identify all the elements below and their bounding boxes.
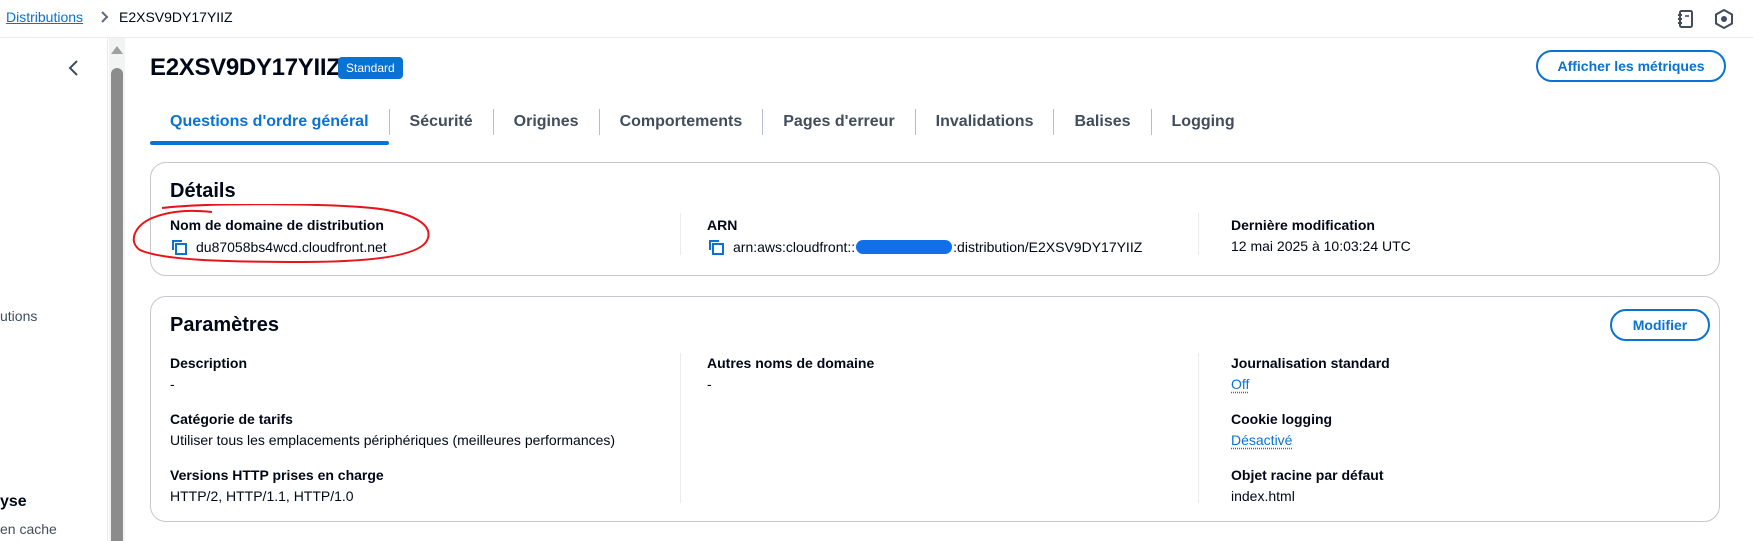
copy-icon[interactable] xyxy=(707,238,725,256)
column-divider xyxy=(1198,353,1199,503)
arn-prefix: arn:aws:cloudfront:: xyxy=(733,239,856,255)
column-divider xyxy=(1198,213,1199,255)
arn-value-row: arn:aws:cloudfront:: :distribution/E2XSV… xyxy=(707,238,1142,256)
settings-card: Paramètres Modifier Description - Catégo… xyxy=(150,296,1720,522)
nav-item-distributions[interactable]: utions xyxy=(0,308,37,324)
settings-hex-icon[interactable] xyxy=(1713,8,1735,30)
arn-label: ARN xyxy=(707,217,738,233)
domain-label: Nom de domaine de distribution xyxy=(170,217,384,233)
standard-logging-label: Journalisation standard xyxy=(1231,355,1390,371)
http-versions-field: Versions HTTP prises en charge HTTP/2, H… xyxy=(170,467,384,504)
price-class-label: Catégorie de tarifs xyxy=(170,411,293,427)
collapse-nav-icon[interactable] xyxy=(64,58,84,78)
default-root-field: Objet racine par défaut index.html xyxy=(1231,467,1383,504)
cookie-logging-label: Cookie logging xyxy=(1231,411,1333,427)
modified-value: 12 mai 2025 à 10:03:24 UTC xyxy=(1231,238,1411,254)
scrollbar[interactable] xyxy=(109,38,125,541)
tab-logging[interactable]: Logging xyxy=(1152,103,1255,145)
modified-field: Dernière modification 12 mai 2025 à 10:0… xyxy=(1231,217,1411,254)
notebook-icon[interactable] xyxy=(1675,8,1697,30)
tab-list: Questions d'ordre général Sécurité Origi… xyxy=(150,103,1255,145)
price-class-value: Utiliser tous les emplacements périphéri… xyxy=(170,432,616,448)
tab-tags[interactable]: Balises xyxy=(1054,103,1150,145)
arn-suffix: :distribution/E2XSV9DY17YIIZ xyxy=(953,239,1143,255)
breadcrumb-current: E2XSV9DY17YIIZ xyxy=(119,9,233,25)
description-value: - xyxy=(170,376,175,392)
edit-button[interactable]: Modifier xyxy=(1610,309,1710,341)
description-label: Description xyxy=(170,355,248,371)
modified-label: Dernière modification xyxy=(1231,217,1375,233)
tab-origins[interactable]: Origines xyxy=(494,103,599,145)
description-field: Description - xyxy=(170,355,247,392)
tab-security[interactable]: Sécurité xyxy=(390,103,493,145)
default-root-label: Objet racine par défaut xyxy=(1231,467,1384,483)
standard-logging-link[interactable]: Off xyxy=(1231,376,1249,392)
tab-general[interactable]: Questions d'ordre général xyxy=(150,103,389,145)
redaction-mark xyxy=(856,240,953,254)
details-title: Détails xyxy=(170,180,236,202)
nav-item-cache[interactable]: en cache xyxy=(0,521,57,537)
cookie-logging-link[interactable]: Désactivé xyxy=(1231,432,1292,448)
status-badge: Standard xyxy=(338,57,403,79)
view-metrics-button[interactable]: Afficher les métriques xyxy=(1536,50,1726,82)
tab-behaviors[interactable]: Comportements xyxy=(600,103,763,145)
chevron-right-icon xyxy=(101,11,109,23)
scroll-up-arrow-icon[interactable] xyxy=(111,46,123,54)
column-divider xyxy=(680,353,681,503)
side-navigation: utions yse en cache xyxy=(0,38,108,541)
details-card: Détails Nom de domaine de distribution d… xyxy=(150,162,1720,276)
alt-domain-label: Autres noms de domaine xyxy=(707,355,875,371)
http-versions-label: Versions HTTP prises en charge xyxy=(170,467,384,483)
cookie-logging-field: Cookie logging Désactivé xyxy=(1231,411,1332,450)
alt-domain-field: Autres noms de domaine - xyxy=(707,355,874,392)
domain-value: du87058bs4wcd.cloudfront.net xyxy=(196,239,387,255)
arn-field: ARN arn:aws:cloudfront:: :distribution/E… xyxy=(707,217,1142,256)
http-versions-value: HTTP/2, HTTP/1.1, HTTP/1.0 xyxy=(170,488,354,504)
breadcrumb-distributions-link[interactable]: Distributions xyxy=(6,9,83,25)
standard-logging-field: Journalisation standard Off xyxy=(1231,355,1390,394)
scrollbar-thumb[interactable] xyxy=(111,68,123,541)
default-root-value: index.html xyxy=(1231,488,1295,504)
nav-section-analyse: yse xyxy=(0,493,27,510)
tab-invalidations[interactable]: Invalidations xyxy=(916,103,1054,145)
domain-field: Nom de domaine de distribution du87058bs… xyxy=(170,217,387,256)
copy-icon[interactable] xyxy=(170,238,188,256)
domain-value-row: du87058bs4wcd.cloudfront.net xyxy=(170,238,387,256)
column-divider xyxy=(680,213,681,255)
page-title: E2XSV9DY17YIIZ xyxy=(150,54,341,81)
tab-error-pages[interactable]: Pages d'erreur xyxy=(763,103,914,145)
price-class-field: Catégorie de tarifs Utiliser tous les em… xyxy=(170,411,615,448)
alt-domain-value: - xyxy=(707,376,712,392)
breadcrumb-bar: Distributions E2XSV9DY17YIIZ xyxy=(0,0,1753,38)
settings-title: Paramètres xyxy=(170,314,279,336)
